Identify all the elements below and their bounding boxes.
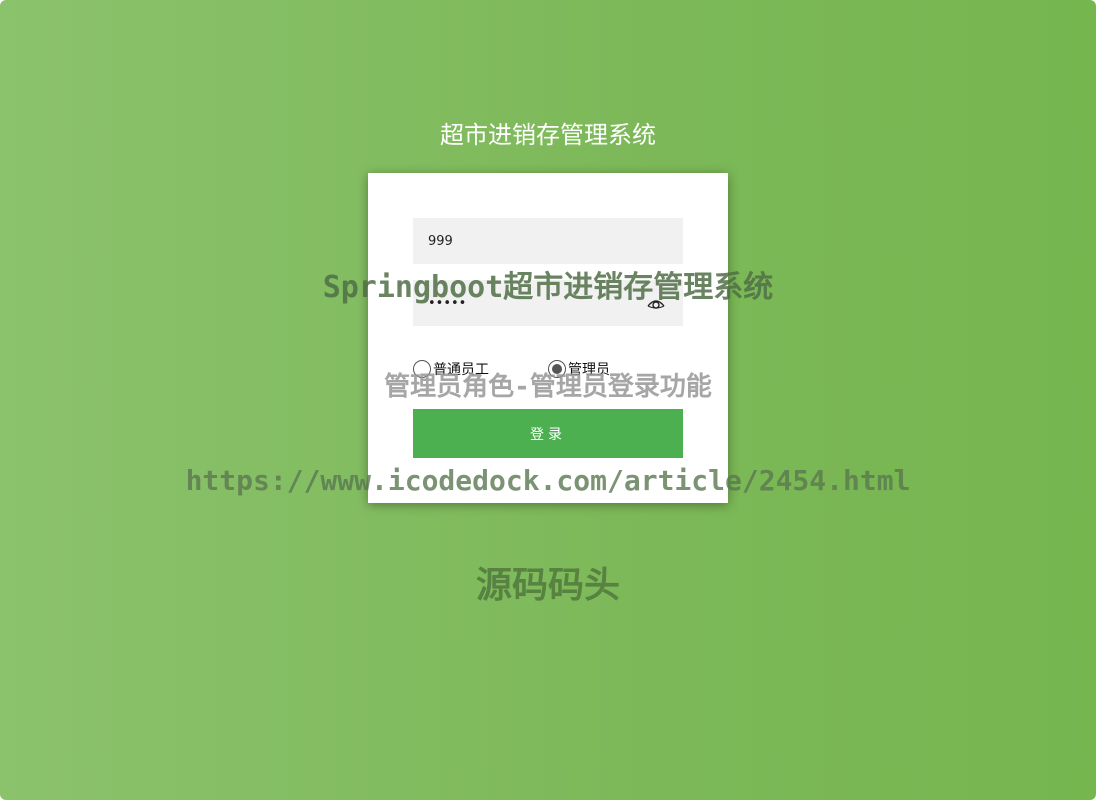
password-field-container	[413, 280, 683, 326]
staff-radio[interactable]	[413, 360, 431, 378]
app-title: 超市进销存管理系统	[440, 121, 656, 149]
username-input[interactable]	[413, 218, 628, 264]
admin-radio-label: 管理员	[568, 362, 610, 378]
role-selector: 普通员工 管理员	[413, 357, 683, 381]
login-card: 普通员工 管理员 登录	[368, 173, 728, 503]
username-field-container	[413, 218, 683, 264]
login-button[interactable]: 登录	[413, 409, 683, 458]
role-option-admin[interactable]: 管理员	[548, 357, 610, 381]
password-input[interactable]	[413, 280, 628, 326]
eye-icon[interactable]	[647, 295, 665, 311]
staff-radio-label: 普通员工	[433, 362, 489, 378]
role-option-staff[interactable]: 普通员工	[413, 357, 489, 381]
login-page: 超市进销存管理系统 普通员工 管理员 登录 Springboot超市进	[0, 0, 1096, 800]
admin-radio[interactable]	[548, 360, 566, 378]
watermark-brand: 源码码头	[475, 565, 620, 606]
